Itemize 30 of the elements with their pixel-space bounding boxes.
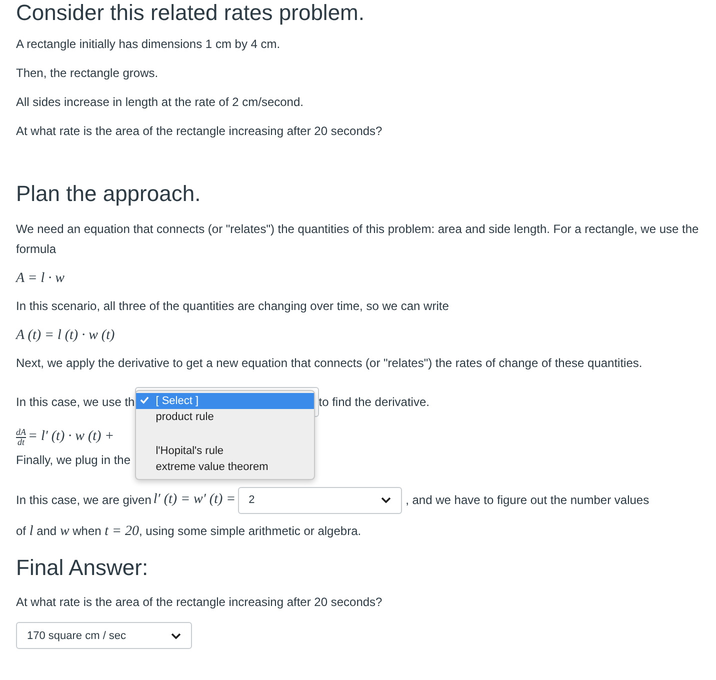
- question-text: At what rate is the area of the rectangle increasing after 20 seconds?: [16, 594, 384, 611]
- paragraph-text: , and we have to figure out the number values: [406, 493, 650, 507]
- derivative-fraction: dA dt: [16, 428, 26, 446]
- paragraph: In this scenario, all three of the quantities are changing over time, so we can write: [16, 298, 450, 315]
- paragraph-text: Finally, we plug in the: [16, 452, 131, 469]
- problem-text: A rectangle initially has dimensions 1 cm by 4 cm.: [16, 36, 282, 53]
- formula: A (t) = l (t) · w (t): [16, 327, 116, 345]
- answer-dropdown[interactable]: 170 square cm / sec: [16, 622, 192, 649]
- paragraph: of l and w when t = 20, using some simple arithmetic or algebra.: [16, 523, 362, 541]
- problem-text: Then, the rectangle grows.: [16, 65, 160, 82]
- checkmark-icon: [140, 396, 149, 404]
- formula: A = l · w: [16, 270, 66, 288]
- paragraph-text: In this case, we use th: [16, 395, 135, 409]
- dropdown-option[interactable]: l'Hopital's rule: [136, 425, 314, 459]
- chevron-down-icon: [171, 632, 181, 638]
- paragraph-text: In this case, we are given: [16, 493, 152, 507]
- section-heading: Consider this related rates problem.: [16, 0, 366, 26]
- section-heading: Final Answer:: [16, 555, 150, 581]
- paragraph: We need an equation that connects (or "relates") the quantities of this problem: area and side length. For a rectangle, we use the formula: [16, 221, 700, 258]
- formula: l′ (t) = w′ (t) =: [153, 491, 236, 509]
- chevron-down-icon: [380, 497, 391, 503]
- problem-text: At what rate is the area of the rectangle increasing after 20 seconds?: [16, 123, 384, 140]
- dropdown-option[interactable]: product rule: [136, 409, 314, 425]
- value-dropdown[interactable]: 2: [238, 486, 402, 514]
- section-heading: Plan the approach.: [16, 181, 202, 207]
- problem-text: All sides increase in length at the rate of 2 cm/second.: [16, 94, 304, 111]
- dropdown-option[interactable]: extreme value theorem: [136, 459, 314, 475]
- formula: = l′ (t) · w (t) +: [28, 428, 114, 446]
- paragraph-text: to find the derivative.: [318, 395, 430, 409]
- paragraph: Next, we apply the derivative to get a new equation that connects (or "relates") the rates of change of these quantities.: [16, 355, 644, 372]
